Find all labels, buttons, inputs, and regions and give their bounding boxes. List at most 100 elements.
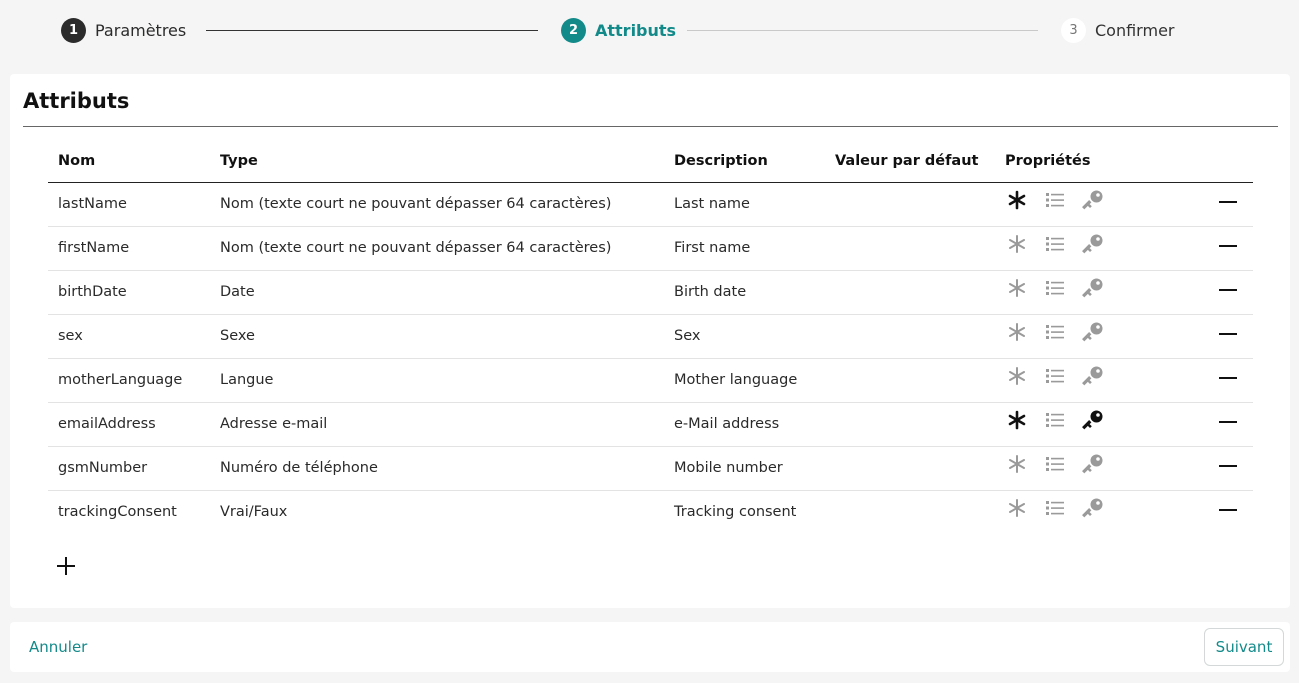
list-icon[interactable] — [1043, 188, 1067, 212]
cell-type: Nom (texte court ne pouvant dépasser 64 … — [210, 182, 664, 227]
step-parametres[interactable]: 1 Paramètres — [61, 17, 186, 43]
cell-properties — [995, 446, 1195, 491]
next-button[interactable]: Suivant — [1204, 628, 1284, 666]
step-number: 3 — [1061, 17, 1086, 43]
list-icon[interactable] — [1043, 452, 1067, 476]
cell-name: birthDate — [48, 270, 210, 315]
minus-icon — [1219, 421, 1237, 423]
table-row: birthDate Date Birth date — [48, 270, 1253, 315]
cell-default — [825, 446, 995, 491]
list-icon[interactable] — [1043, 496, 1067, 520]
step-label: Paramètres — [95, 20, 187, 40]
step-connector — [687, 30, 1038, 31]
remove-attribute-button[interactable] — [1213, 409, 1253, 439]
cell-actions — [1195, 182, 1253, 227]
cell-default — [825, 490, 995, 534]
remove-attribute-button[interactable] — [1213, 189, 1253, 219]
column-header-default: Valeur par défaut — [825, 141, 995, 183]
list-icon[interactable] — [1043, 408, 1067, 432]
cell-type: Vrai/Faux — [220, 504, 288, 521]
cell-properties — [995, 402, 1195, 447]
column-header-type: Type — [210, 141, 664, 183]
card-title: Attributs — [23, 89, 130, 113]
cell-type: Adresse e-mail — [210, 402, 664, 447]
column-header-description: Description — [664, 141, 825, 183]
list-icon[interactable] — [1043, 276, 1067, 300]
cell-properties — [995, 358, 1195, 403]
list-icon[interactable] — [1043, 320, 1067, 344]
asterisk-icon[interactable] — [1005, 276, 1029, 300]
key-icon[interactable] — [1081, 232, 1105, 256]
key-icon[interactable] — [1081, 276, 1105, 300]
asterisk-icon[interactable] — [1005, 364, 1029, 388]
cell-description: e-Mail address — [664, 402, 825, 447]
cell-name: trackingConsent — [58, 504, 177, 521]
list-icon[interactable] — [1043, 232, 1067, 256]
cell-properties — [995, 270, 1195, 315]
cell-description: First name — [664, 226, 825, 271]
step-label: Confirmer — [1095, 20, 1175, 40]
remove-attribute-button[interactable] — [1213, 497, 1253, 527]
cell-type: Date — [210, 270, 664, 315]
remove-attribute-button[interactable] — [1213, 321, 1253, 351]
column-header-properties: Propriétés — [995, 141, 1195, 183]
minus-icon — [1219, 333, 1237, 335]
asterisk-icon[interactable] — [1005, 320, 1029, 344]
column-header-actions — [1195, 141, 1253, 183]
key-icon[interactable] — [1081, 188, 1105, 212]
cell-actions — [1195, 490, 1253, 534]
cell-actions — [1195, 446, 1253, 491]
asterisk-icon[interactable] — [1005, 452, 1029, 476]
cell-type: Sexe — [210, 314, 664, 359]
key-icon[interactable] — [1081, 496, 1105, 520]
remove-attribute-button[interactable] — [1213, 233, 1253, 263]
cell-actions — [1195, 402, 1253, 447]
step-attributs[interactable]: 2 Attributs — [561, 17, 676, 43]
minus-icon — [1219, 377, 1237, 379]
add-attribute-button[interactable] — [56, 556, 76, 576]
step-label: Attributs — [595, 20, 677, 40]
cell-default — [825, 402, 995, 447]
table-row: sex Sexe Sex — [48, 314, 1253, 359]
attributes-card: Attributs Nom Type Description Valeur pa… — [10, 74, 1290, 608]
cell-actions — [1195, 314, 1253, 359]
step-connector — [206, 30, 538, 31]
cell-default — [825, 182, 995, 227]
table-row: trackingConsent Vrai/Faux Tracking conse… — [48, 490, 1253, 534]
table-row: firstName Nom (texte court ne pouvant dé… — [48, 226, 1253, 271]
cell-description: Last name — [664, 182, 825, 227]
cell-description: Mother language — [664, 358, 825, 403]
cell-default — [825, 226, 995, 271]
cell-default — [825, 358, 995, 403]
cell-description: Mobile number — [664, 446, 825, 491]
list-icon[interactable] — [1043, 364, 1067, 388]
step-number: 2 — [561, 17, 586, 43]
cell-name: motherLanguage — [48, 358, 210, 403]
cell-properties — [995, 226, 1195, 271]
table-row: motherLanguage Langue Mother language — [48, 358, 1253, 403]
key-icon[interactable] — [1081, 408, 1105, 432]
cell-name: emailAddress — [48, 402, 210, 447]
step-confirmer[interactable]: 3 Confirmer — [1061, 17, 1174, 43]
table-header-row: Nom Type Description Valeur par défaut P… — [48, 141, 1253, 183]
key-icon[interactable] — [1081, 364, 1105, 388]
asterisk-icon[interactable] — [1005, 188, 1029, 212]
asterisk-icon[interactable] — [1005, 232, 1029, 256]
key-icon[interactable] — [1081, 452, 1105, 476]
cell-name: lastName — [48, 182, 210, 227]
cell-properties — [995, 314, 1195, 359]
key-icon[interactable] — [1081, 320, 1105, 344]
table-row: emailAddress Adresse e-mail e-Mail addre… — [48, 402, 1253, 447]
cell-type: Nom (texte court ne pouvant dépasser 64 … — [210, 226, 664, 271]
remove-attribute-button[interactable] — [1213, 365, 1253, 395]
asterisk-icon[interactable] — [1005, 408, 1029, 432]
cell-actions — [1195, 226, 1253, 271]
cancel-link[interactable]: Annuler — [29, 638, 87, 656]
asterisk-icon[interactable] — [1005, 496, 1029, 520]
remove-attribute-button[interactable] — [1213, 453, 1253, 483]
cell-description: Tracking consent — [674, 504, 797, 521]
cell-name: firstName — [48, 226, 210, 271]
remove-attribute-button[interactable] — [1213, 277, 1253, 307]
table-row: gsmNumber Numéro de téléphone Mobile num… — [48, 446, 1253, 491]
cell-description: Sex — [664, 314, 825, 359]
